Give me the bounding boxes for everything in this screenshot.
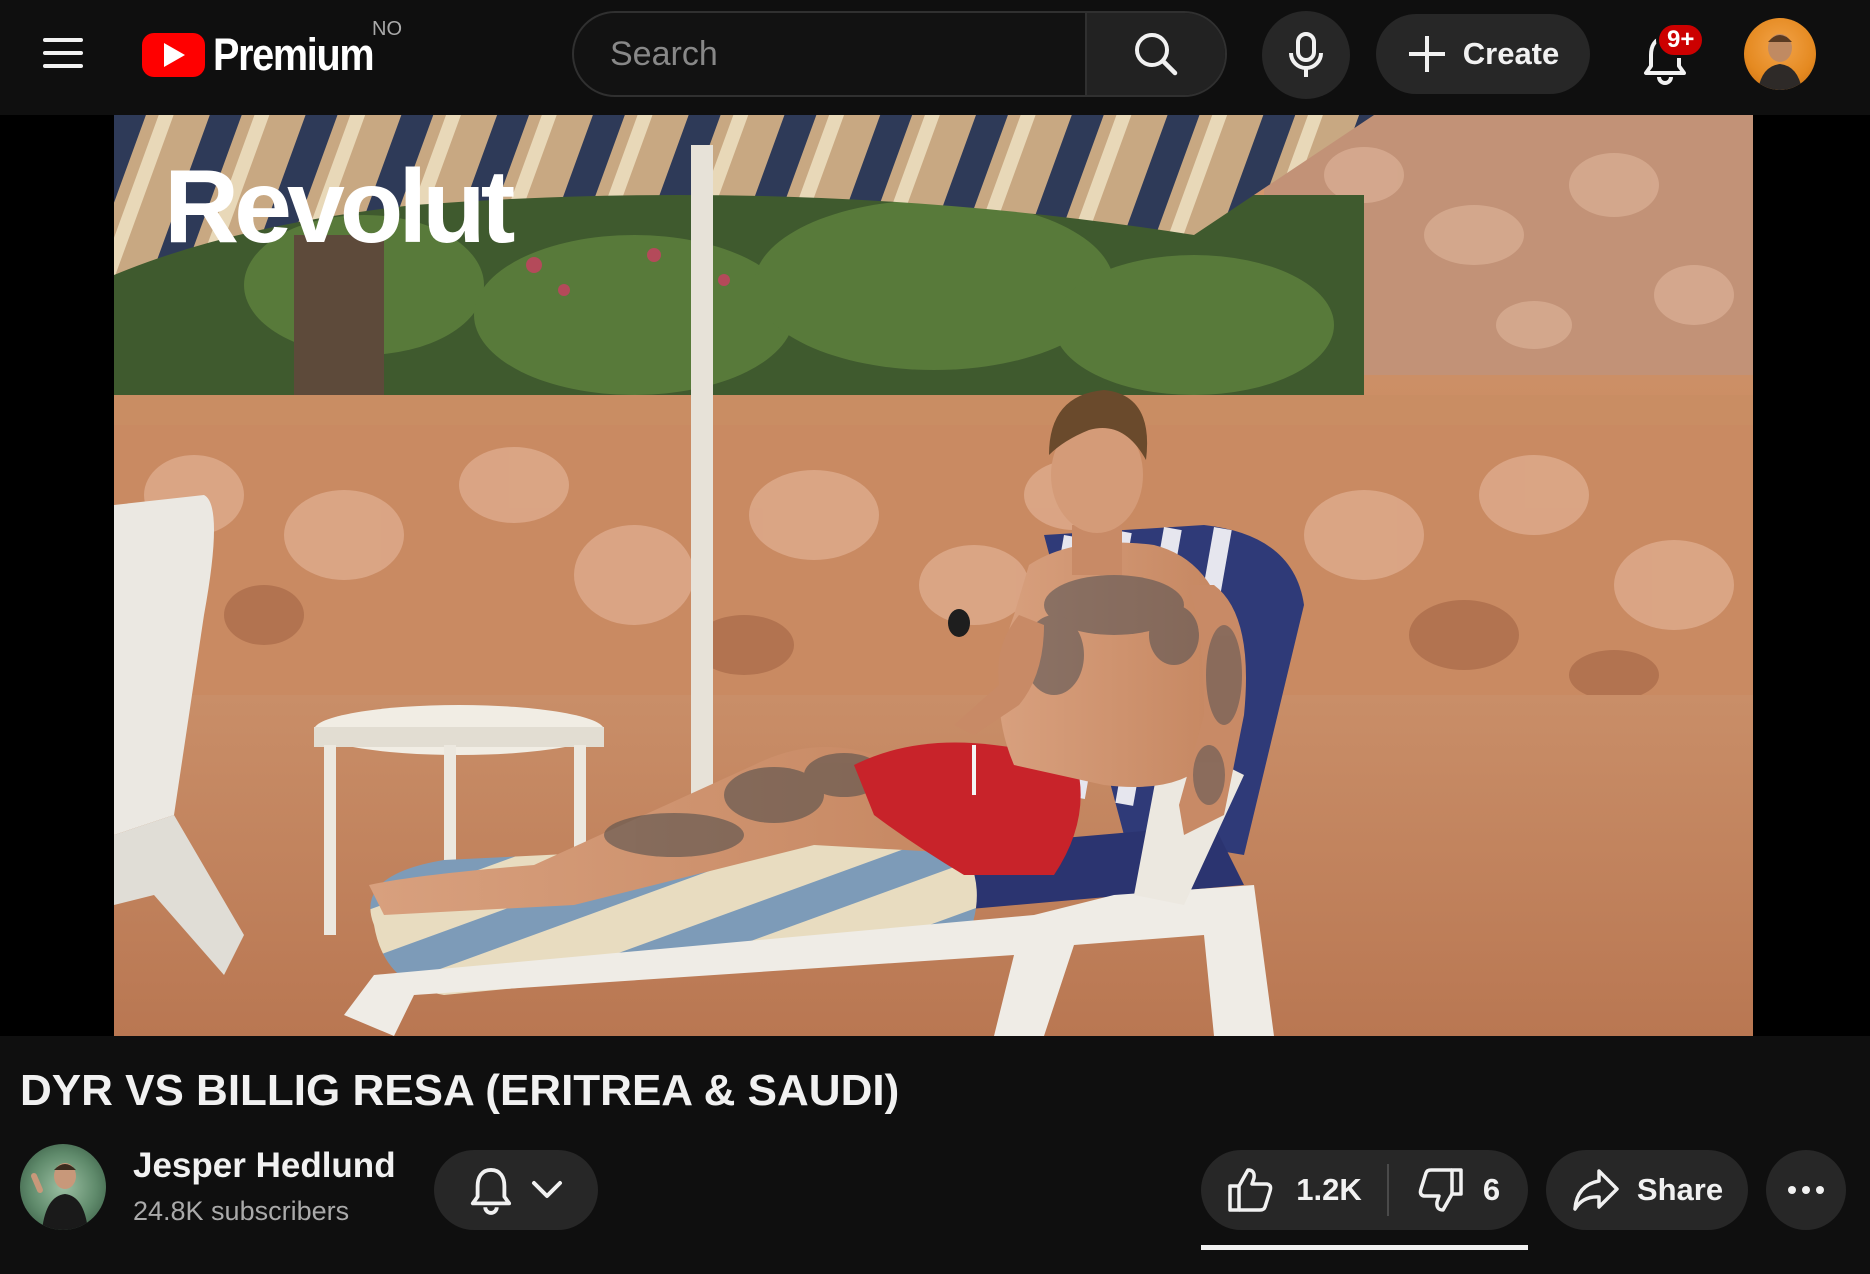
sponsor-watermark: Revolut <box>164 149 515 265</box>
bell-icon <box>470 1168 512 1215</box>
share-arrow-icon <box>1573 1169 1619 1211</box>
like-dislike-group: 1.2K 6 <box>1201 1150 1528 1230</box>
create-label: Create <box>1462 36 1560 71</box>
video-frame[interactable]: Revolut <box>114 115 1753 1036</box>
chevron-down-icon <box>532 1181 562 1198</box>
like-count: 1.2K <box>1296 1172 1362 1207</box>
more-horizontal-icon <box>1788 1186 1796 1194</box>
share-label: Share <box>1636 1172 1724 1207</box>
more-actions-button[interactable] <box>1766 1150 1846 1230</box>
logo-text: Premium <box>213 29 375 80</box>
search-icon <box>1135 33 1178 76</box>
channel-name[interactable]: Jesper Hedlund <box>133 1146 396 1186</box>
video-title: DYR VS BILLIG RESA (ERITREA & SAUDI) <box>20 1066 900 1115</box>
account-avatar[interactable] <box>1744 18 1816 90</box>
dislike-count: 6 <box>1482 1172 1501 1207</box>
voice-search-button[interactable] <box>1262 11 1350 99</box>
thumbs-down-icon <box>1418 1168 1463 1212</box>
like-button[interactable]: 1.2K <box>1201 1150 1387 1230</box>
share-button[interactable]: Share <box>1546 1150 1748 1230</box>
hamburger-menu-icon[interactable] <box>28 24 98 82</box>
youtube-play-icon <box>142 33 205 77</box>
dislike-button[interactable]: 6 <box>1389 1150 1528 1230</box>
search-input[interactable] <box>574 13 1085 95</box>
create-button[interactable]: Create <box>1376 14 1590 94</box>
search-box <box>572 11 1227 97</box>
country-code: NO <box>372 18 402 40</box>
notification-count-badge: 9+ <box>1656 22 1706 58</box>
thumbs-up-icon <box>1228 1168 1273 1212</box>
subscription-notifications-button[interactable] <box>434 1150 598 1230</box>
like-focus-underline <box>1201 1245 1528 1250</box>
youtube-premium-logo[interactable]: Premium <box>142 30 395 80</box>
top-bar: Premium NO Create 9+ <box>0 0 1870 115</box>
subscriber-count: 24.8K subscribers <box>133 1196 350 1226</box>
search-button[interactable] <box>1085 13 1225 95</box>
plus-icon <box>1408 36 1445 72</box>
microphone-icon <box>1289 32 1323 77</box>
video-player: Revolut <box>0 115 1870 1036</box>
channel-avatar[interactable] <box>20 1144 106 1230</box>
